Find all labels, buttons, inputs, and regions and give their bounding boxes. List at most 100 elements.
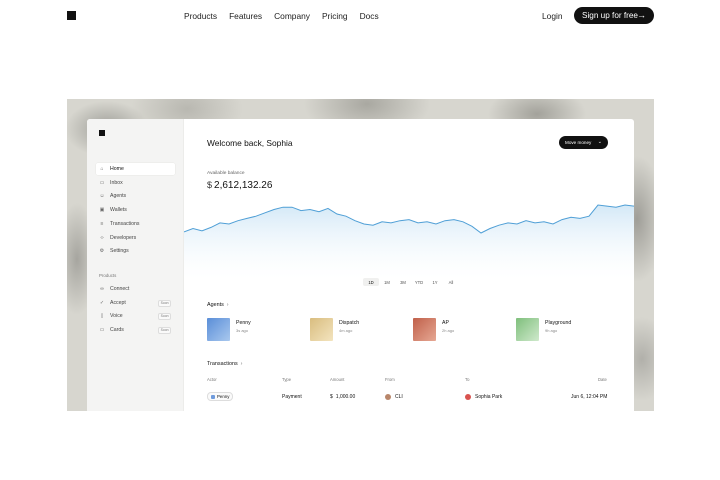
sidebar-item-label: Wallets	[110, 207, 127, 214]
user-avatar-icon	[465, 394, 471, 400]
agent-name: Penny	[236, 320, 251, 326]
sidebar-product-cards[interactable]: ▭ Cards Soon	[96, 324, 175, 336]
list-icon: ≡	[100, 220, 104, 227]
sidebar-product-accept[interactable]: ✓ Accept Soon	[96, 297, 175, 309]
col-actor: Actor	[207, 377, 217, 382]
agent-name: AP	[442, 320, 449, 326]
tx-date: Jun 6, 12:04 PM	[571, 394, 608, 400]
sidebar-product-connect[interactable]: ∞ Connect	[96, 283, 175, 295]
dashboard-preview: ⌂ Home ▭ Inbox ☺ Agents ▣ Wallets ≡ Transactions ‹…	[87, 119, 634, 411]
tx-type: Payment	[282, 394, 302, 400]
sidebar-item-wallets[interactable]: ▣ Wallets	[96, 204, 175, 216]
soon-badge: Soon	[158, 327, 171, 335]
range-1y[interactable]: 1Y	[427, 278, 443, 286]
sidebar-item-label: Transactions	[110, 220, 140, 227]
balance-amount: $2,612,132.26	[207, 180, 272, 191]
chevron-right-icon: ›	[226, 302, 229, 308]
wallet-icon: ▣	[99, 207, 105, 214]
chevron-down-icon: ⌄	[597, 139, 602, 145]
tx-currency: $	[330, 394, 333, 400]
home-icon: ⌂	[100, 166, 104, 172]
chart-area	[184, 205, 634, 279]
tx-amount: $1,000.00	[330, 394, 355, 400]
sidebar-item-label: Home	[110, 166, 124, 172]
transactions-title-text: Transactions	[207, 361, 238, 367]
agent-name: Dispatch	[339, 320, 360, 326]
sidebar: ⌂ Home ▭ Inbox ☺ Agents ▣ Wallets ≡ Transactions ‹…	[87, 119, 184, 411]
sidebar-item-inbox[interactable]: ▭ Inbox	[96, 177, 175, 189]
agent-last-active: 3s ago	[236, 328, 249, 333]
sidebar-item-agents[interactable]: ☺ Agents	[96, 190, 175, 202]
tx-actor: Penny	[207, 392, 234, 401]
agent-card-playground[interactable]: Playground 9h ago	[516, 318, 606, 342]
col-type: Type	[282, 377, 292, 382]
actor-pill[interactable]: Penny	[207, 392, 234, 401]
sidebar-item-developers[interactable]: ‹› Developers	[96, 232, 175, 244]
brand-logo[interactable]	[67, 11, 76, 20]
agent-card-ap[interactable]: AP 2h ago	[413, 318, 503, 342]
range-all[interactable]: All	[443, 278, 459, 286]
nav-features[interactable]: Features	[229, 10, 262, 22]
agent-thumbnail	[516, 318, 539, 341]
card-icon: ▭	[99, 327, 105, 334]
move-money-label: Move money	[565, 140, 592, 145]
tx-to-text: Sophia Park	[475, 394, 503, 400]
nav-docs[interactable]: Docs	[360, 10, 379, 22]
agent-icon	[211, 394, 215, 399]
main-nav: Products Features Company Pricing Docs	[184, 10, 391, 22]
range-1m[interactable]: 1M	[379, 278, 395, 286]
sidebar-item-home[interactable]: ⌂ Home	[96, 163, 175, 175]
signup-label: Sign up for free	[582, 11, 638, 20]
nav-pricing[interactable]: Pricing	[322, 10, 348, 22]
check-icon: ✓	[99, 299, 105, 306]
agent-thumbnail	[207, 318, 230, 341]
agent-thumbnail	[310, 318, 333, 341]
balance-value: 2,612,132.26	[214, 180, 273, 191]
col-date: Date	[598, 377, 607, 382]
tx-from-text: CLI	[395, 394, 403, 400]
sidebar-item-label: Accept	[110, 299, 126, 306]
sidebar-logo[interactable]	[99, 130, 105, 136]
agents-section-title[interactable]: Agents ›	[207, 302, 229, 308]
sidebar-product-voice[interactable]: ▯ Voice Soon	[96, 310, 175, 322]
sidebar-item-label: Agents	[110, 193, 127, 200]
products-section-label: Products	[99, 273, 117, 278]
chevron-right-icon: ›	[240, 361, 243, 367]
sidebar-item-label: Inbox	[110, 179, 123, 186]
soon-badge: Soon	[158, 313, 171, 321]
signup-button[interactable]: Sign up for free →	[574, 7, 654, 24]
login-link[interactable]: Login	[542, 10, 563, 22]
link-icon: ∞	[100, 286, 104, 292]
phone-icon: ▯	[100, 313, 104, 320]
tx-amount-value: 1,000.00	[335, 394, 356, 400]
soon-badge: Soon	[158, 299, 171, 307]
code-icon: ‹›	[100, 234, 104, 241]
sidebar-item-settings[interactable]: ⚙ Settings	[96, 245, 175, 257]
balance-currency: $	[207, 180, 213, 190]
agent-card-penny[interactable]: Penny 3s ago	[207, 318, 297, 342]
range-selector: 1D 1M 3M YTD 1Y All	[363, 278, 459, 286]
arrow-right-icon: →	[637, 10, 646, 20]
move-money-button[interactable]: Move money ⌄	[559, 136, 608, 149]
tx-to: Sophia Park	[465, 394, 502, 400]
col-from: From	[385, 377, 395, 382]
range-ytd[interactable]: YTD	[411, 278, 427, 286]
cli-avatar-icon	[385, 394, 391, 400]
agent-name: Playground	[545, 320, 572, 326]
sidebar-item-label: Settings	[110, 248, 129, 255]
range-3m[interactable]: 3M	[395, 278, 411, 286]
nav-products[interactable]: Products	[184, 10, 217, 22]
balance-chart	[184, 204, 634, 279]
agents-title-text: Agents	[207, 302, 224, 308]
agent-thumbnail	[413, 318, 436, 341]
balance-label: Available balance	[207, 171, 245, 176]
agents-icon: ☺	[99, 193, 105, 200]
agent-card-dispatch[interactable]: Dispatch 4m ago	[310, 318, 400, 342]
nav-company[interactable]: Company	[274, 10, 310, 22]
sidebar-item-transactions[interactable]: ≡ Transactions	[96, 218, 175, 230]
sidebar-item-label: Developers	[110, 234, 137, 241]
sidebar-item-label: Connect	[110, 286, 130, 292]
sidebar-item-label: Voice	[110, 313, 123, 320]
transactions-section-title[interactable]: Transactions ›	[207, 361, 242, 367]
range-1d[interactable]: 1D	[363, 278, 379, 286]
